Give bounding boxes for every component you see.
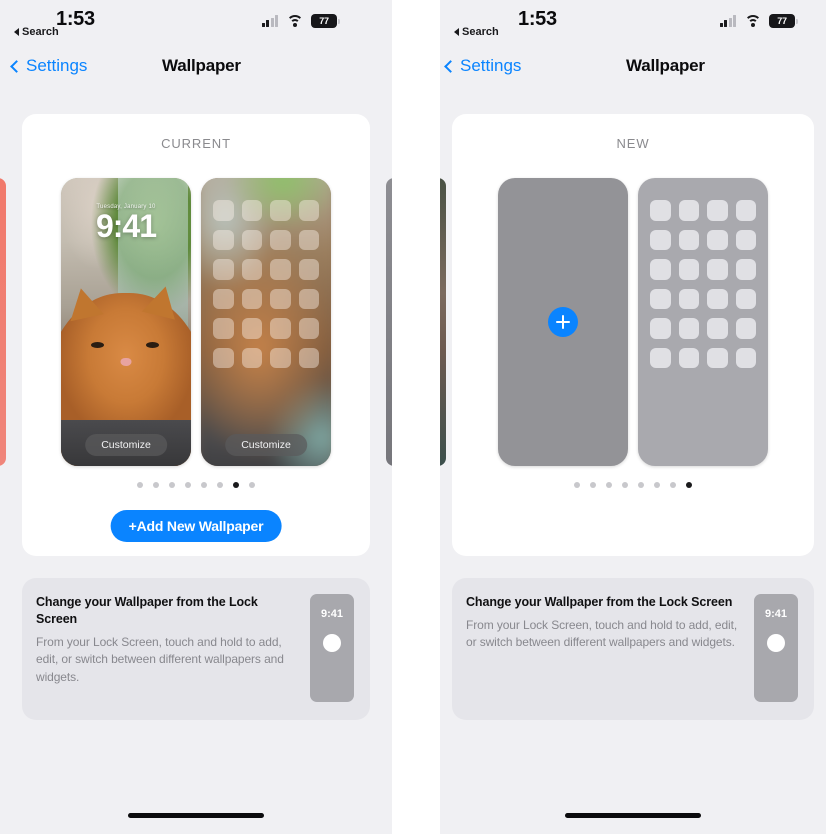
status-bar: Search 1:53 77 (440, 0, 826, 48)
plus-icon[interactable] (548, 307, 578, 337)
page-dots-new[interactable] (452, 482, 814, 488)
touch-and-hold-indicator (767, 634, 785, 652)
battery-tip (796, 18, 798, 24)
mini-phone-time: 9:41 (320, 608, 344, 620)
status-bar-time: 1:53 (518, 8, 557, 30)
info-card-title: Change your Wallpaper from the Lock Scre… (466, 595, 733, 609)
back-triangle-icon (454, 28, 459, 36)
page-dot[interactable] (185, 482, 191, 488)
add-wallpaper-tile[interactable] (498, 178, 628, 466)
cellular-signal-icon (719, 15, 736, 27)
battery-percent: 77 (777, 16, 787, 26)
info-card: Change your Wallpaper from the Lock Scre… (22, 578, 370, 720)
back-button-label: Settings (460, 56, 522, 75)
battery-icon: 77 (769, 14, 798, 28)
battery-percent: 77 (319, 16, 329, 26)
cat-nose (120, 358, 132, 366)
new-home-screen-preview[interactable] (638, 178, 768, 466)
screenshot-stage: Search 1:53 77 Settings Wallpaper CURREN… (0, 0, 826, 834)
back-to-settings-button[interactable]: Settings (10, 56, 88, 76)
status-bar-indicators: 77 (719, 14, 798, 28)
customize-lock-screen-button[interactable]: Customize (85, 434, 167, 456)
page-dot-active[interactable] (233, 482, 239, 488)
mini-phone-illustration: 9:41 (754, 594, 798, 702)
page-dot[interactable] (670, 482, 676, 488)
back-to-settings-button[interactable]: Settings (444, 56, 522, 76)
info-card-title: Change your Wallpaper from the Lock Scre… (36, 595, 258, 626)
new-wallpaper-card: NEW (440, 114, 814, 556)
lock-screen-preview[interactable]: Tuesday, January 10 9:41 Customize (61, 178, 191, 466)
page-title: Wallpaper (162, 56, 241, 75)
mini-phone-illustration: 9:41 (310, 594, 354, 702)
page-dot[interactable] (201, 482, 207, 488)
wallpaper-peek-previous[interactable] (0, 178, 6, 466)
home-indicator (128, 813, 264, 818)
info-card: Change your Wallpaper from the Lock Scre… (452, 578, 814, 720)
page-dot[interactable] (638, 482, 644, 488)
status-bar-back-label: Search (22, 26, 59, 38)
page-dot[interactable] (169, 482, 175, 488)
cellular-signal-icon (261, 15, 278, 27)
wallpaper-peek-previous[interactable] (440, 178, 446, 466)
home-screen-preview[interactable]: Customize (201, 178, 331, 466)
add-new-wallpaper-button[interactable]: +Add New Wallpaper (110, 510, 282, 542)
mini-phone-time: 9:41 (764, 608, 788, 620)
status-bar-back-label: Search (462, 26, 499, 38)
wifi-icon (744, 15, 761, 27)
page-dots-current[interactable] (22, 482, 370, 488)
chevron-left-icon (10, 59, 23, 73)
section-header-current: CURRENT (161, 136, 231, 151)
cat-eye-right (146, 342, 159, 348)
status-bar: Search 1:53 77 (0, 0, 392, 48)
info-card-body: From your Lock Screen, touch and hold to… (36, 634, 284, 684)
page-title: Wallpaper (626, 56, 705, 75)
wallpaper-peek-next[interactable] (386, 178, 392, 466)
page-dot[interactable] (153, 482, 159, 488)
cat-eye-left (91, 342, 104, 348)
phone-panel-new: Search 1:53 77 Settings Wallpaper NEW Ch… (440, 0, 826, 834)
current-wallpaper-card: CURRENT Tuesday, January 10 9:41 Customi… (0, 114, 392, 556)
info-card-text: Change your Wallpaper from the Lock Scre… (36, 594, 298, 702)
wifi-icon (286, 15, 303, 27)
wallpaper-carousel[interactable] (452, 178, 814, 468)
wallpaper-carousel[interactable]: Tuesday, January 10 9:41 Customize Custo (22, 178, 370, 468)
page-dot[interactable] (137, 482, 143, 488)
battery-icon: 77 (311, 14, 340, 28)
status-bar-indicators: 77 (261, 14, 340, 28)
chevron-left-icon (444, 59, 457, 73)
status-bar-time: 1:53 (56, 8, 95, 30)
lock-screen-time: 9:41 (95, 208, 157, 244)
phone-panel-current: Search 1:53 77 Settings Wallpaper CURREN… (0, 0, 392, 834)
nav-bar: Settings Wallpaper (440, 48, 826, 90)
panel-gutter (392, 0, 440, 834)
home-indicator (565, 813, 701, 818)
back-button-label: Settings (26, 56, 88, 75)
nav-bar: Settings Wallpaper (0, 48, 392, 90)
app-icon-grid (638, 200, 768, 368)
page-dot[interactable] (622, 482, 628, 488)
status-bar-back-to-search[interactable]: Search (454, 26, 499, 38)
customize-home-screen-button[interactable]: Customize (225, 434, 307, 456)
app-icon-grid (201, 200, 331, 368)
page-dot[interactable] (217, 482, 223, 488)
section-header-new: NEW (616, 136, 650, 151)
page-dot[interactable] (606, 482, 612, 488)
page-dot-active[interactable] (686, 482, 692, 488)
page-dot[interactable] (574, 482, 580, 488)
status-bar-back-to-search[interactable]: Search (14, 26, 59, 38)
back-triangle-icon (14, 28, 19, 36)
page-dot[interactable] (590, 482, 596, 488)
page-dot[interactable] (654, 482, 660, 488)
touch-and-hold-indicator (323, 634, 341, 652)
info-card-body: From your Lock Screen, touch and hold to… (466, 617, 738, 650)
battery-tip (338, 18, 340, 24)
page-dot[interactable] (249, 482, 255, 488)
info-card-text: Change your Wallpaper from the Lock Scre… (466, 594, 742, 702)
